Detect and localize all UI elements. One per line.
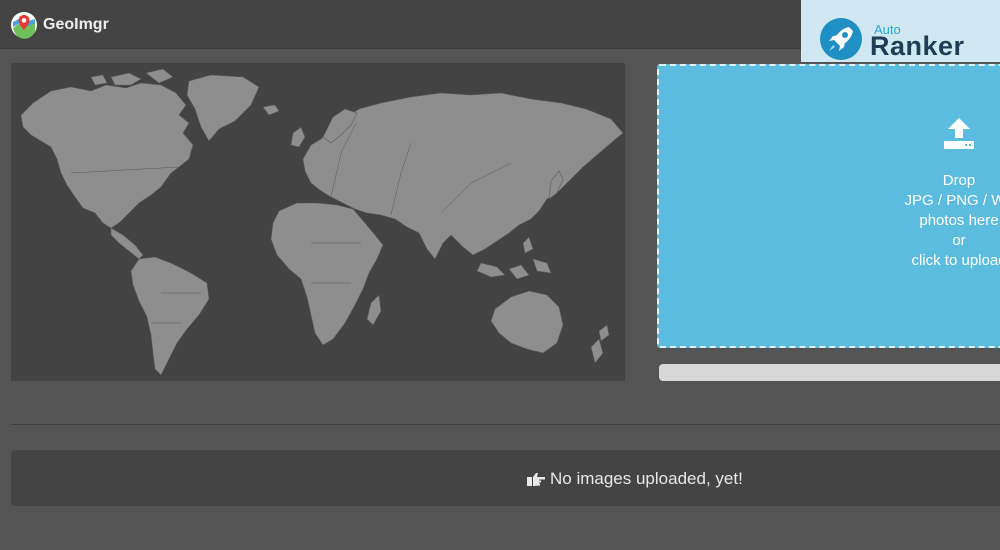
- dropzone-instructions: Drop JPG / PNG / We photos here or click…: [859, 171, 1000, 271]
- gallery-message-text: No images uploaded, yet!: [550, 469, 743, 488]
- dropzone-line-click: click to upload: [911, 252, 1000, 269]
- empty-gallery-message: No images uploaded, yet!: [526, 469, 743, 489]
- hand-pointing-right-icon: [527, 473, 545, 486]
- rocket-icon: [820, 18, 862, 60]
- world-map: [20, 68, 624, 376]
- brand[interactable]: GeoImgr: [10, 11, 109, 39]
- upload-dropzone[interactable]: Drop JPG / PNG / We photos here or click…: [657, 64, 1000, 348]
- app-name: GeoImgr: [43, 16, 109, 33]
- upload-progress-bar: [659, 364, 1000, 381]
- dropzone-line-drop: Drop: [942, 172, 976, 189]
- world-map-panel[interactable]: [11, 63, 625, 381]
- dropzone-line-photos: photos here: [919, 212, 999, 229]
- upload-icon: [944, 118, 974, 149]
- ad-brand-big: Ranker: [870, 31, 965, 61]
- ad-banner[interactable]: Auto Ranker: [801, 0, 1000, 62]
- dropzone-line-formats: JPG / PNG / We: [904, 192, 1000, 209]
- map-pin-logo-icon: [11, 12, 37, 39]
- dropzone-line-or: or: [952, 232, 966, 249]
- section-divider: [11, 424, 1000, 425]
- image-gallery: No images uploaded, yet!: [11, 450, 1000, 506]
